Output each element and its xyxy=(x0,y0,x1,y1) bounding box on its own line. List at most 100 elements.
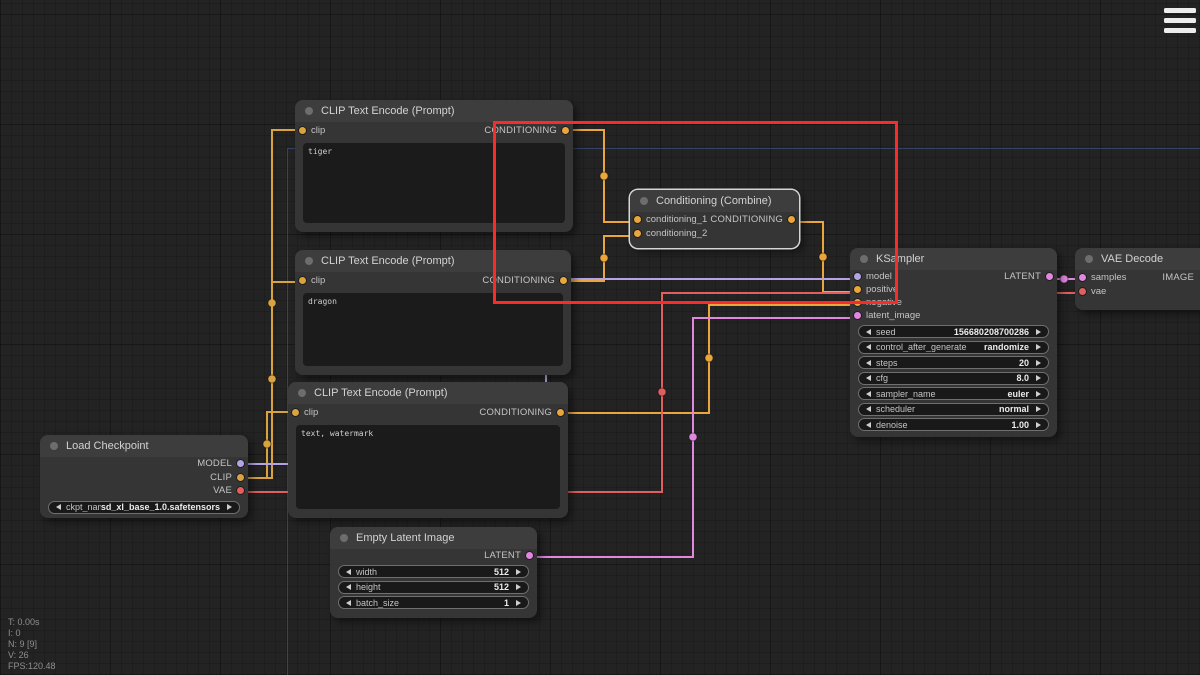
widget-seed[interactable]: seed 156680208700286 xyxy=(858,325,1049,338)
widget-next-icon[interactable] xyxy=(1036,391,1041,397)
widget-ckpt-name[interactable]: ckpt_name sd_xl_base_1.0.safetensors xyxy=(48,501,240,514)
output-vae[interactable]: VAE xyxy=(213,485,244,496)
output-conditioning[interactable]: CONDITIONING xyxy=(479,407,564,418)
node-title-bar[interactable]: VAE Decode xyxy=(1075,248,1200,270)
node-title-bar[interactable]: CLIP Text Encode (Prompt) xyxy=(288,382,568,404)
node-graph-canvas[interactable]: CLIP Text Encode (Prompt) clip CONDITION… xyxy=(0,0,1200,675)
widget-next-icon[interactable] xyxy=(516,569,521,575)
collapse-dot-icon[interactable] xyxy=(305,257,313,265)
widget-prev-icon[interactable] xyxy=(866,360,871,366)
widget-next-icon[interactable] xyxy=(516,600,521,606)
widget-name: sampler_name xyxy=(876,389,936,399)
widget-name: ckpt_name xyxy=(66,502,101,512)
widget-batch-size[interactable]: batch_size 1 xyxy=(338,596,529,609)
widget-next-icon[interactable] xyxy=(1036,422,1041,428)
widget-steps[interactable]: steps 20 xyxy=(858,356,1049,369)
widget-prev-icon[interactable] xyxy=(346,569,351,575)
widget-next-icon[interactable] xyxy=(1036,375,1041,381)
output-latent[interactable]: LATENT xyxy=(484,550,533,561)
widget-name: steps xyxy=(876,358,898,368)
prompt-textarea[interactable]: text, watermark xyxy=(296,425,560,509)
input-clip[interactable]: clip xyxy=(299,125,325,136)
output-image[interactable]: IMAGE xyxy=(1162,272,1194,283)
output-clip[interactable]: CLIP xyxy=(210,472,244,483)
output-label: LATENT xyxy=(1004,271,1041,282)
node-title-bar[interactable]: CLIP Text Encode (Prompt) xyxy=(295,100,573,122)
input-clip[interactable]: clip xyxy=(299,275,325,286)
widget-value: sd_xl_base_1.0.safetensors xyxy=(101,502,220,512)
vae-port-icon[interactable] xyxy=(1079,288,1086,295)
collapse-dot-icon[interactable] xyxy=(340,534,348,542)
latent-port-icon[interactable] xyxy=(854,312,861,319)
widget-control-after-generate[interactable]: control_after_generate randomize xyxy=(858,341,1049,354)
output-label: CONDITIONING xyxy=(479,407,552,418)
widget-value: 1 xyxy=(504,598,509,608)
widget-value: 20 xyxy=(1019,358,1029,368)
input-vae[interactable]: vae xyxy=(1079,286,1106,297)
widget-value: 156680208700286 xyxy=(954,327,1029,337)
clip-port-icon[interactable] xyxy=(237,474,244,481)
clip-port-icon[interactable] xyxy=(292,409,299,416)
widget-prev-icon[interactable] xyxy=(866,406,871,412)
widget-prev-icon[interactable] xyxy=(866,422,871,428)
widget-prev-icon[interactable] xyxy=(866,375,871,381)
latent-port-icon[interactable] xyxy=(1079,274,1086,281)
latent-port-icon[interactable] xyxy=(526,552,533,559)
widget-prev-icon[interactable] xyxy=(866,391,871,397)
widget-value: randomize xyxy=(984,342,1029,352)
widget-next-icon[interactable] xyxy=(1036,344,1041,350)
widget-height[interactable]: height 512 xyxy=(338,581,529,594)
conditioning-port-icon[interactable] xyxy=(557,409,564,416)
widget-prev-icon[interactable] xyxy=(866,329,871,335)
hamburger-menu-icon[interactable] xyxy=(1164,8,1196,38)
collapse-dot-icon[interactable] xyxy=(1085,255,1093,263)
widget-prev-icon[interactable] xyxy=(346,584,351,590)
widget-cfg[interactable]: cfg 8.0 xyxy=(858,372,1049,385)
widget-next-icon[interactable] xyxy=(227,504,232,510)
widget-width[interactable]: width 512 xyxy=(338,565,529,578)
model-port-icon[interactable] xyxy=(237,460,244,467)
output-latent[interactable]: LATENT xyxy=(1004,271,1053,282)
clip-port-icon[interactable] xyxy=(299,277,306,284)
widget-prev-icon[interactable] xyxy=(56,504,61,510)
vae-port-icon[interactable] xyxy=(237,487,244,494)
widget-scheduler[interactable]: scheduler normal xyxy=(858,403,1049,416)
node-title: CLIP Text Encode (Prompt) xyxy=(321,105,455,117)
widget-denoise[interactable]: denoise 1.00 xyxy=(858,418,1049,431)
node-title-bar[interactable]: Empty Latent Image xyxy=(330,527,537,549)
widget-value: 1.00 xyxy=(1011,420,1029,430)
widget-prev-icon[interactable] xyxy=(866,344,871,350)
widget-value: 512 xyxy=(494,567,509,577)
clip-port-icon[interactable] xyxy=(299,127,306,134)
node-load-checkpoint[interactable]: Load Checkpoint MODEL CLIP VAE ckpt_name xyxy=(40,435,248,518)
output-label: CLIP xyxy=(210,472,232,483)
input-latent-image[interactable]: latent_image xyxy=(854,310,920,321)
widget-name: cfg xyxy=(876,373,888,383)
widget-next-icon[interactable] xyxy=(1036,329,1041,335)
node-vae-decode[interactable]: VAE Decode samples IMAGE vae xyxy=(1075,248,1200,310)
node-title: VAE Decode xyxy=(1101,253,1163,265)
input-label: latent_image xyxy=(866,310,920,321)
widget-next-icon[interactable] xyxy=(1036,360,1041,366)
widget-prev-icon[interactable] xyxy=(346,600,351,606)
widget-next-icon[interactable] xyxy=(1036,406,1041,412)
node-title-bar[interactable]: Load Checkpoint xyxy=(40,435,248,457)
input-label: clip xyxy=(311,125,325,136)
widget-name: seed xyxy=(876,327,896,337)
widget-name: width xyxy=(356,567,377,577)
node-empty-latent-image[interactable]: Empty Latent Image LATENT width 512 heig… xyxy=(330,527,537,618)
collapse-dot-icon[interactable] xyxy=(298,389,306,397)
input-label: samples xyxy=(1091,272,1126,283)
collapse-dot-icon[interactable] xyxy=(50,442,58,450)
input-clip[interactable]: clip xyxy=(292,407,318,418)
widget-next-icon[interactable] xyxy=(516,584,521,590)
node-clip-text-encode-negative[interactable]: CLIP Text Encode (Prompt) clip CONDITION… xyxy=(288,382,568,518)
output-label: IMAGE xyxy=(1162,272,1194,283)
collapse-dot-icon[interactable] xyxy=(305,107,313,115)
widget-sampler-name[interactable]: sampler_name euler xyxy=(858,387,1049,400)
input-samples[interactable]: samples xyxy=(1079,272,1126,283)
latent-port-icon[interactable] xyxy=(1046,273,1053,280)
input-label: vae xyxy=(1091,286,1106,297)
node-title: Empty Latent Image xyxy=(356,532,454,544)
output-model[interactable]: MODEL xyxy=(197,458,244,469)
